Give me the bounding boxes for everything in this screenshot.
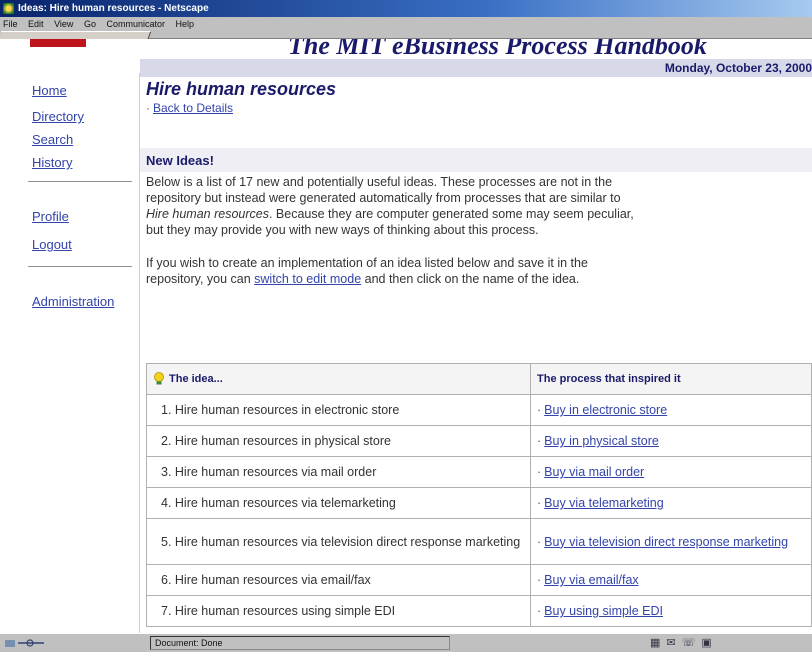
process-link[interactable]: Buy via telemarketing — [544, 496, 664, 510]
edit-text-before: repository, you can — [146, 272, 255, 286]
component-bar-icons[interactable]: ▦✉☏▣ — [650, 636, 718, 649]
menu-file[interactable]: File — [3, 19, 18, 29]
process-link[interactable]: Buy in physical store — [544, 434, 659, 448]
process-link[interactable]: Buy via email/fax — [544, 573, 638, 587]
page-viewport: The MIT eBusiness Process Handbook Monda… — [0, 39, 812, 633]
bullet-icon: · — [537, 403, 542, 417]
bullet-icon: · — [537, 434, 542, 448]
intro-paragraph: Below is a list of 17 new and potentiall… — [146, 174, 812, 238]
bullet-icon: · — [146, 101, 150, 115]
process-link[interactable]: Buy using simple EDI — [544, 604, 663, 618]
process-link[interactable]: Buy via mail order — [544, 465, 644, 479]
menu-communicator[interactable]: Communicator — [106, 19, 165, 29]
process-cell: · Buy using simple EDI — [530, 595, 812, 627]
page-title: Hire human resources — [146, 79, 337, 99]
process-link[interactable]: Buy in electronic store — [544, 403, 667, 417]
edit-mode-paragraph: If you wish to create an implementation … — [146, 255, 812, 287]
table-row: 6. Hire human resources via email/fax · B… — [146, 564, 812, 596]
section-header-bar: New Ideas! — [140, 148, 812, 172]
site-title: The MIT eBusiness Process Handbook — [288, 39, 707, 60]
idea-cell: 4. Hire human resources via telemarketin… — [146, 487, 531, 519]
edit-line: repository, you can switch to edit mode … — [146, 271, 812, 287]
idea-cell: 1. Hire human resources in electronic st… — [146, 394, 531, 426]
bullet-icon: · — [537, 573, 542, 587]
idea-cell: 3. Hire human resources via mail order — [146, 456, 531, 488]
process-cell: · Buy in physical store — [530, 425, 812, 457]
edit-text-after: and then click on the name of the idea. — [361, 272, 580, 286]
column-header-idea: The idea... — [146, 363, 531, 395]
process-cell: · Buy in electronic store — [530, 394, 812, 426]
idea-cell: 6. Hire human resources via email/fax — [146, 564, 531, 596]
process-cell: · Buy via email/fax — [530, 564, 812, 596]
idea-cell: 7. Hire human resources using simple EDI — [146, 595, 531, 627]
sidebar-divider — [28, 266, 132, 267]
menu-go[interactable]: Go — [84, 19, 96, 29]
sidebar-item-directory[interactable]: Directory — [32, 109, 84, 124]
sidebar-nav: Home Directory Search History Profile Lo… — [0, 73, 140, 633]
intro-line: repository but instead were generated au… — [146, 191, 621, 205]
status-text: Document: Done — [150, 636, 450, 650]
section-title: New Ideas! — [146, 153, 214, 168]
process-cell: · Buy via telemarketing — [530, 487, 812, 519]
idea-cell: 5. Hire human resources via television d… — [146, 518, 531, 565]
edit-line: If you wish to create an implementation … — [146, 256, 588, 270]
window-title: Ideas: Hire human resources - Netscape — [18, 3, 209, 14]
collapsed-toolbar[interactable] — [0, 31, 812, 39]
table-header-row: The idea... The process that inspired it — [146, 363, 812, 395]
ideas-table: The idea... The process that inspired it… — [146, 363, 812, 627]
table-row: 1. Hire human resources in electronic st… — [146, 394, 812, 426]
switch-to-edit-mode-link[interactable]: switch to edit mode — [254, 272, 361, 286]
process-cell: · Buy via television direct response mark… — [530, 518, 812, 565]
column-header-idea-label: The idea... — [169, 372, 223, 385]
italic-process-name: Hire human resources — [146, 207, 269, 221]
netscape-icon — [3, 3, 14, 14]
process-cell: · Buy via mail order — [530, 456, 812, 488]
table-row: 7. Hire human resources using simple EDI… — [146, 595, 812, 627]
table-row: 5. Hire human resources via television d… — [146, 518, 812, 565]
banner-logo-block — [30, 39, 86, 47]
sidebar-item-history[interactable]: History — [32, 155, 72, 170]
sidebar-divider — [28, 181, 132, 182]
table-row: 3. Hire human resources via mail order ·… — [146, 456, 812, 488]
sidebar-item-profile[interactable]: Profile — [32, 209, 69, 224]
security-lock-icon[interactable] — [4, 637, 52, 649]
sidebar-item-home[interactable]: Home — [32, 83, 67, 98]
intro-line: but they may provide you with new ways o… — [146, 223, 539, 237]
table-row: 4. Hire human resources via telemarketin… — [146, 487, 812, 519]
status-bar: Document: Done ▦✉☏▣ — [0, 633, 812, 652]
process-link[interactable]: Buy via television direct response marke… — [544, 535, 788, 549]
bullet-icon: · — [537, 496, 542, 510]
toolbar-tab[interactable] — [0, 31, 152, 39]
table-row: 2. Hire human resources in physical stor… — [146, 425, 812, 457]
sidebar-item-logout[interactable]: Logout — [32, 237, 72, 252]
window-titlebar[interactable]: Ideas: Hire human resources - Netscape — [0, 0, 812, 17]
back-link-row: · Back to Details — [146, 101, 233, 115]
intro-line: Hire human resources. Because they are c… — [146, 207, 634, 221]
sidebar-item-administration[interactable]: Administration — [32, 294, 114, 309]
back-to-details-link[interactable]: Back to Details — [153, 101, 233, 115]
idea-cell: 2. Hire human resources in physical stor… — [146, 425, 531, 457]
intro-line: Below is a list of 17 new and potentiall… — [146, 175, 613, 189]
bullet-icon: · — [537, 604, 542, 618]
bullet-icon: · — [537, 465, 542, 479]
menu-view[interactable]: View — [54, 19, 73, 29]
column-header-process: The process that inspired it — [530, 363, 812, 395]
menu-bar: File Edit View Go Communicator Help — [0, 17, 812, 31]
lightbulb-icon — [154, 372, 164, 385]
sidebar-item-search[interactable]: Search — [32, 132, 73, 147]
menu-edit[interactable]: Edit — [28, 19, 44, 29]
bullet-icon: · — [537, 534, 542, 549]
menu-help[interactable]: Help — [176, 19, 195, 29]
